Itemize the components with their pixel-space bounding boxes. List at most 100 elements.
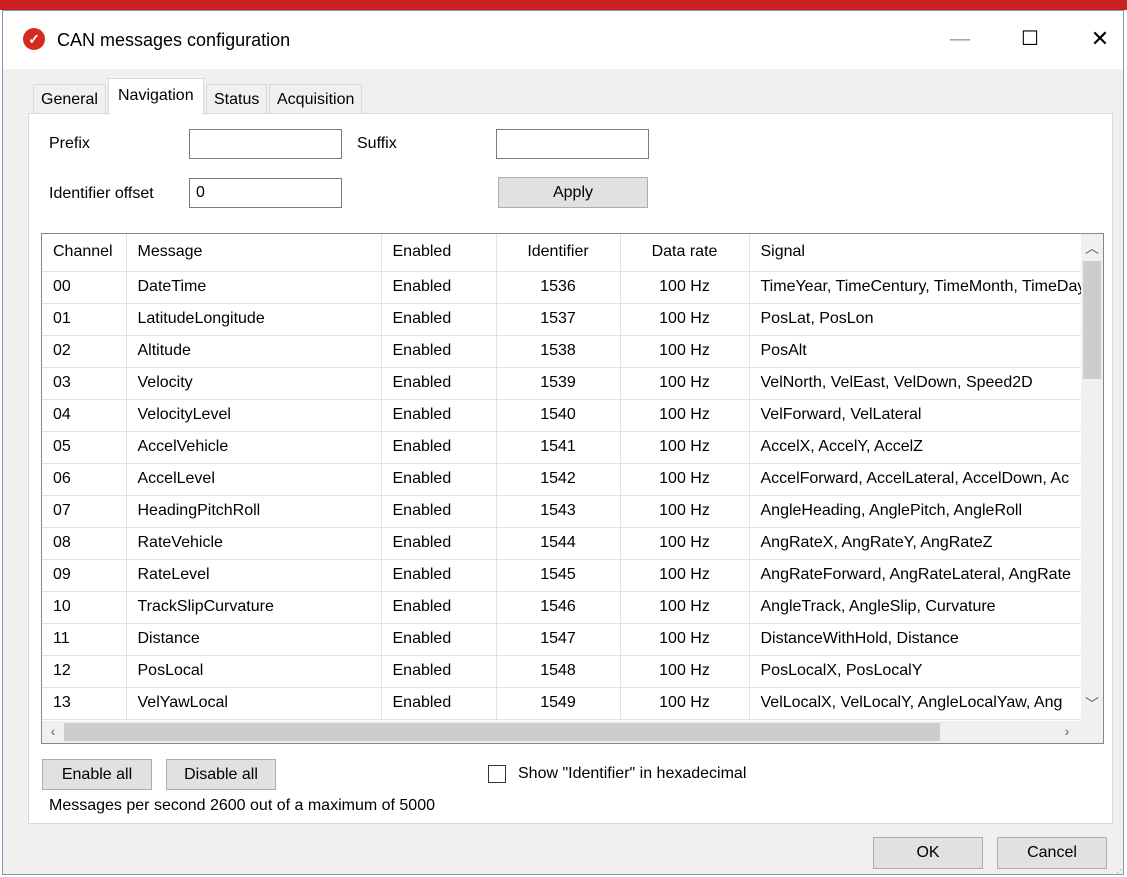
cell-data-rate[interactable]: 100 Hz [620, 367, 750, 400]
cell-message[interactable]: RateVehicle [126, 527, 382, 560]
cell-identifier[interactable]: 1546 [496, 591, 621, 624]
cell-data-rate[interactable]: 100 Hz [620, 687, 750, 720]
cell-data-rate[interactable]: 100 Hz [620, 463, 750, 496]
cell-message[interactable]: AccelVehicle [126, 431, 382, 464]
vertical-scroll-thumb[interactable] [1083, 261, 1101, 379]
cell-channel[interactable]: 04 [42, 399, 127, 432]
tab-general[interactable]: General [33, 84, 106, 114]
table-row[interactable]: 02 Altitude Enabled 1538 100 Hz PosAlt [42, 335, 1090, 368]
column-header-channel[interactable]: Channel [42, 234, 127, 272]
cell-identifier[interactable]: 1549 [496, 687, 621, 720]
cell-data-rate[interactable]: 100 Hz [620, 623, 750, 656]
cell-identifier[interactable]: 1538 [496, 335, 621, 368]
cell-channel[interactable]: 05 [42, 431, 127, 464]
cell-signal[interactable]: VelLocalX, VelLocalY, AngleLocalYaw, Ang [749, 687, 1090, 720]
cell-enabled[interactable]: Enabled [381, 399, 497, 432]
prefix-input[interactable] [189, 129, 342, 159]
table-row[interactable]: 06 AccelLevel Enabled 1542 100 Hz AccelForwar… [42, 463, 1090, 496]
horizontal-scrollbar[interactable]: ‹ › [42, 721, 1103, 743]
close-icon[interactable]: ✕ [1085, 25, 1115, 53]
tab-navigation[interactable]: Navigation [108, 78, 204, 115]
cancel-button[interactable]: Cancel [997, 837, 1107, 869]
cell-message[interactable]: VelYawLocal [126, 687, 382, 720]
cell-signal[interactable]: AngleHeading, AnglePitch, AngleRoll [749, 495, 1090, 528]
cell-enabled[interactable]: Enabled [381, 559, 497, 592]
hex-identifier-checkbox[interactable] [488, 765, 506, 783]
cell-identifier[interactable]: 1541 [496, 431, 621, 464]
table-row[interactable]: 01 LatitudeLongitude Enabled 1537 100 Hz PosL… [42, 303, 1090, 336]
cell-identifier[interactable]: 1543 [496, 495, 621, 528]
cell-message[interactable]: PosLocal [126, 655, 382, 688]
cell-data-rate[interactable]: 100 Hz [620, 303, 750, 336]
scroll-left-icon[interactable]: ‹ [42, 723, 64, 739]
cell-data-rate[interactable]: 100 Hz [620, 559, 750, 592]
messages-grid[interactable]: Channel Message Enabled Identifier Data … [41, 233, 1104, 744]
cell-enabled[interactable]: Enabled [381, 431, 497, 464]
cell-channel[interactable]: 13 [42, 687, 127, 720]
cell-identifier[interactable]: 1544 [496, 527, 621, 560]
column-header-identifier[interactable]: Identifier [496, 234, 621, 272]
cell-identifier[interactable]: 1536 [496, 271, 621, 304]
cell-enabled[interactable]: Enabled [381, 367, 497, 400]
cell-data-rate[interactable]: 100 Hz [620, 431, 750, 464]
cell-channel[interactable]: 10 [42, 591, 127, 624]
cell-message[interactable]: AccelLevel [126, 463, 382, 496]
cell-channel[interactable]: 01 [42, 303, 127, 336]
cell-data-rate[interactable]: 100 Hz [620, 655, 750, 688]
resize-grip-icon[interactable]: ⋰ [1116, 864, 1125, 875]
cell-signal[interactable]: AccelForward, AccelLateral, AccelDown, A… [749, 463, 1090, 496]
cell-message[interactable]: Altitude [126, 335, 382, 368]
cell-channel[interactable]: 03 [42, 367, 127, 400]
cell-enabled[interactable]: Enabled [381, 463, 497, 496]
cell-signal[interactable]: AccelX, AccelY, AccelZ [749, 431, 1090, 464]
table-row[interactable]: 07 HeadingPitchRoll Enabled 1543 100 Hz Angle… [42, 495, 1090, 528]
cell-signal[interactable]: PosLocalX, PosLocalY [749, 655, 1090, 688]
maximize-icon[interactable]: ☐ [1015, 25, 1045, 53]
cell-message[interactable]: LatitudeLongitude [126, 303, 382, 336]
table-row[interactable]: 11 Distance Enabled 1547 100 Hz DistanceWithH… [42, 623, 1090, 656]
cell-identifier[interactable]: 1545 [496, 559, 621, 592]
cell-signal[interactable]: DistanceWithHold, Distance [749, 623, 1090, 656]
table-row[interactable]: 00 DateTime Enabled 1536 100 Hz TimeYear, Tim… [42, 271, 1090, 304]
column-header-enabled[interactable]: Enabled [381, 234, 497, 272]
table-row[interactable]: 08 RateVehicle Enabled 1544 100 Hz AngRateX, … [42, 527, 1090, 560]
disable-all-button[interactable]: Disable all [166, 759, 276, 790]
minimize-icon[interactable]: — [945, 25, 975, 53]
cell-message[interactable]: Velocity [126, 367, 382, 400]
cell-signal[interactable]: PosAlt [749, 335, 1090, 368]
cell-enabled[interactable]: Enabled [381, 655, 497, 688]
scroll-down-icon[interactable]: ﹀ [1081, 694, 1103, 714]
suffix-input[interactable] [496, 129, 649, 159]
cell-enabled[interactable]: Enabled [381, 591, 497, 624]
cell-enabled[interactable]: Enabled [381, 495, 497, 528]
cell-channel[interactable]: 07 [42, 495, 127, 528]
cell-signal[interactable]: TimeYear, TimeCentury, TimeMonth, TimeDa… [749, 271, 1090, 304]
horizontal-scroll-thumb[interactable] [64, 723, 940, 741]
cell-signal[interactable]: PosLat, PosLon [749, 303, 1090, 336]
cell-data-rate[interactable]: 100 Hz [620, 271, 750, 304]
cell-channel[interactable]: 06 [42, 463, 127, 496]
cell-enabled[interactable]: Enabled [381, 623, 497, 656]
table-row[interactable]: 04 VelocityLevel Enabled 1540 100 Hz VelForwa… [42, 399, 1090, 432]
cell-signal[interactable]: AngRateForward, AngRateLateral, AngRate [749, 559, 1090, 592]
cell-data-rate[interactable]: 100 Hz [620, 591, 750, 624]
cell-enabled[interactable]: Enabled [381, 303, 497, 336]
cell-message[interactable]: RateLevel [126, 559, 382, 592]
cell-identifier[interactable]: 1547 [496, 623, 621, 656]
table-row[interactable]: 10 TrackSlipCurvature Enabled 1546 100 Hz Ang… [42, 591, 1090, 624]
cell-identifier[interactable]: 1548 [496, 655, 621, 688]
table-row[interactable]: 05 AccelVehicle Enabled 1541 100 Hz AccelX, A… [42, 431, 1090, 464]
cell-identifier[interactable]: 1537 [496, 303, 621, 336]
cell-message[interactable]: DateTime [126, 271, 382, 304]
cell-data-rate[interactable]: 100 Hz [620, 527, 750, 560]
cell-channel[interactable]: 02 [42, 335, 127, 368]
scroll-up-icon[interactable]: ︿ [1081, 238, 1103, 258]
tab-acquisition[interactable]: Acquisition [269, 84, 363, 114]
column-header-signal[interactable]: Signal [749, 234, 1090, 272]
cell-channel[interactable]: 09 [42, 559, 127, 592]
table-row[interactable]: 12 PosLocal Enabled 1548 100 Hz PosLocalX, Po… [42, 655, 1090, 688]
tab-status[interactable]: Status [206, 84, 268, 114]
scroll-right-icon[interactable]: › [1056, 723, 1078, 739]
cell-identifier[interactable]: 1539 [496, 367, 621, 400]
apply-button[interactable]: Apply [498, 177, 648, 208]
